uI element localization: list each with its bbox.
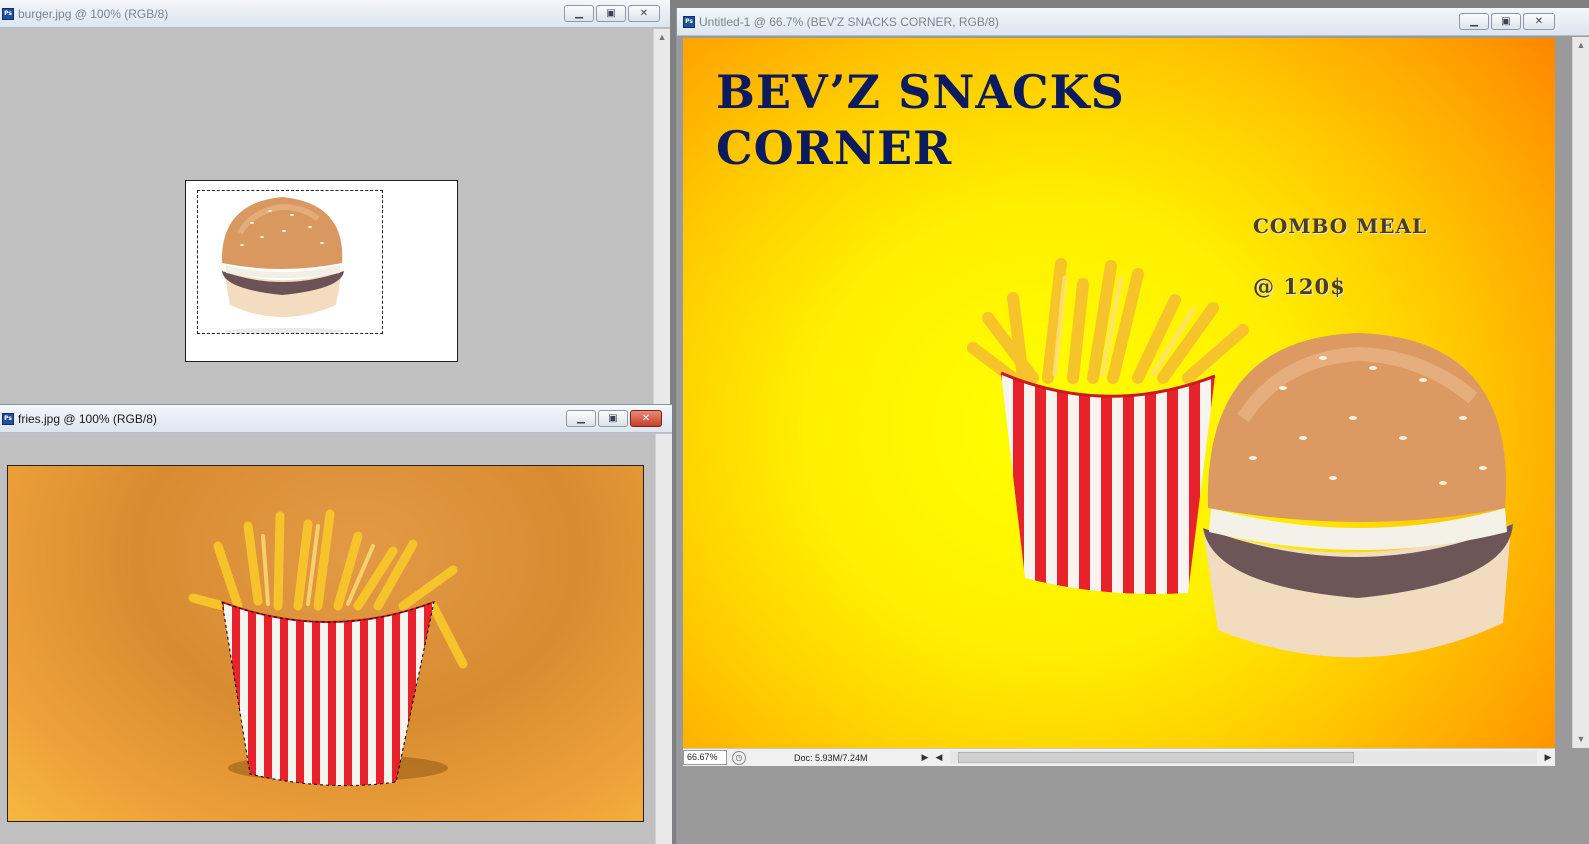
restore-icon: ▣: [608, 413, 618, 424]
burger-window-titlebar[interactable]: Ps burger.jpg @ 100% (RGB/8) ▁ ▣ ✕: [0, 0, 670, 28]
scroll-down-arrow-icon[interactable]: ▼: [1573, 731, 1589, 748]
close-button[interactable]: ✕: [628, 5, 660, 22]
poster-window-titlebar[interactable]: Ps Untitled-1 @ 66.7% (BEV'Z SNACKS CORN…: [677, 8, 1589, 36]
close-icon: ✕: [639, 8, 649, 19]
restore-icon: ▣: [1501, 16, 1511, 27]
poster-document-window[interactable]: Ps Untitled-1 @ 66.7% (BEV'Z SNACKS CORN…: [676, 8, 1589, 844]
document-size-info: Doc: 5.93M/7.24M: [794, 752, 868, 763]
burger-document-window[interactable]: Ps burger.jpg @ 100% (RGB/8) ▁ ▣ ✕ ▲: [0, 0, 670, 404]
burger-vertical-scrollbar[interactable]: ▲: [653, 29, 670, 404]
close-icon: ✕: [641, 413, 651, 424]
photoshop-doc-icon: Ps: [2, 412, 14, 425]
burger-window-title: burger.jpg @ 100% (RGB/8): [18, 6, 169, 21]
clock-icon[interactable]: ◷: [732, 750, 746, 765]
photoshop-doc-icon: Ps: [2, 7, 14, 20]
scroll-up-arrow-icon[interactable]: ▲: [1573, 37, 1589, 54]
fries-document-window[interactable]: Ps fries.jpg @ 100% (RGB/8) ▁ ▣ ✕: [0, 404, 672, 844]
fries-image: [188, 509, 468, 787]
restore-button[interactable]: ▣: [598, 410, 628, 427]
minimize-button[interactable]: ▁: [1459, 13, 1489, 30]
minimize-icon: ▁: [1470, 16, 1478, 27]
document-status-bar: 66.67% ◷ Doc: 5.93M/7.24M ▶ ◀ ▶: [683, 748, 1555, 766]
restore-button[interactable]: ▣: [1491, 13, 1521, 30]
restore-button[interactable]: ▣: [596, 5, 626, 22]
fries-vertical-scrollbar[interactable]: [655, 434, 672, 844]
burger-image: [221, 197, 344, 333]
minimize-icon: ▁: [577, 413, 585, 424]
restore-icon: ▣: [606, 8, 616, 19]
poster-canvas[interactable]: BEV’Z SNACKS CORNER COMBO MEAL @ 120$: [683, 38, 1555, 748]
fries-window-titlebar[interactable]: Ps fries.jpg @ 100% (RGB/8) ▁ ▣ ✕: [0, 405, 672, 433]
minimize-icon: ▁: [575, 8, 583, 19]
scroll-up-arrow-icon[interactable]: ▲: [654, 29, 670, 46]
close-icon: ✕: [1534, 16, 1544, 27]
close-button[interactable]: ✕: [630, 410, 662, 427]
minimize-button[interactable]: ▁: [564, 5, 594, 22]
close-button[interactable]: ✕: [1523, 13, 1555, 30]
burger-canvas[interactable]: [185, 180, 458, 362]
poster-food-artwork: [967, 258, 1513, 658]
horizontal-scrollbar[interactable]: [950, 751, 1537, 764]
fries-window-title: fries.jpg @ 100% (RGB/8): [18, 411, 157, 426]
status-menu-arrow-icon[interactable]: ▶: [918, 752, 932, 763]
poster-window-title: Untitled-1 @ 66.7% (BEV'Z SNACKS CORNER,…: [699, 14, 999, 29]
photoshop-doc-icon: Ps: [683, 15, 695, 28]
scroll-right-arrow-icon[interactable]: ▶: [1541, 752, 1555, 763]
scroll-left-arrow-icon[interactable]: ◀: [932, 752, 946, 763]
minimize-button[interactable]: ▁: [566, 410, 596, 427]
poster-vertical-scrollbar[interactable]: ▲ ▼: [1572, 37, 1589, 748]
fries-canvas[interactable]: [7, 465, 644, 822]
zoom-level-field[interactable]: 66.67%: [683, 750, 727, 765]
horizontal-scroll-thumb[interactable]: [958, 752, 1354, 763]
